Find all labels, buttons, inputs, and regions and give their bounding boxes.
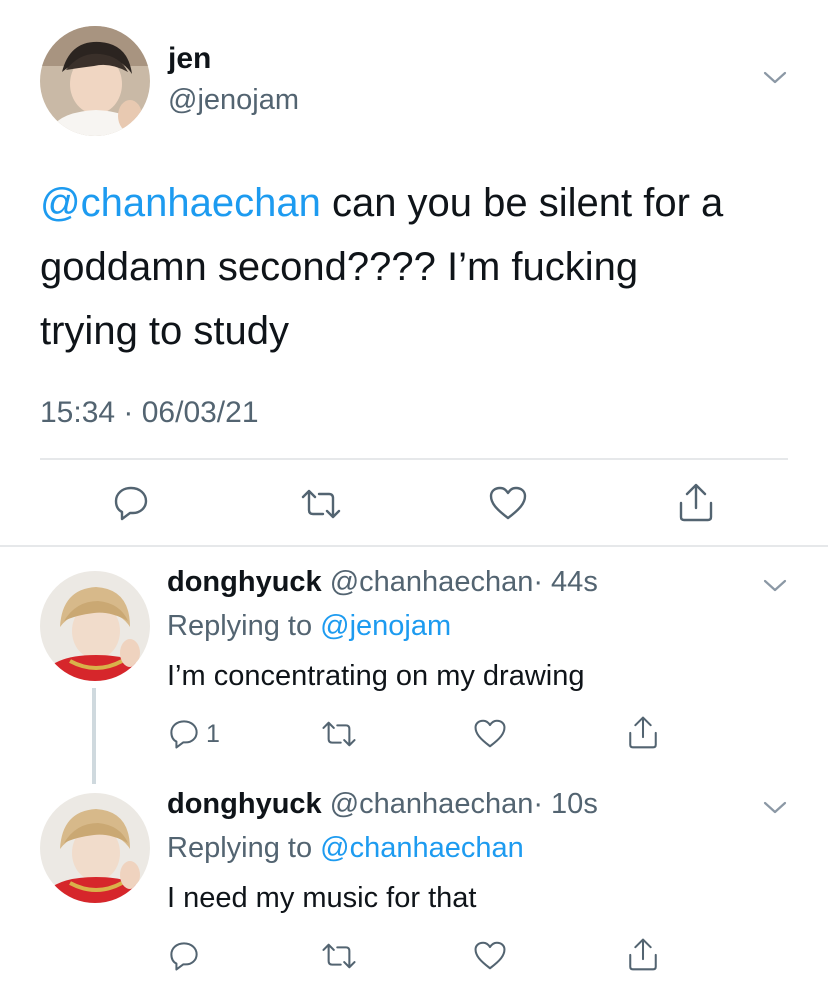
divider [40,458,788,460]
tweet-timestamp[interactable]: 15:34 · 06/03/21 [40,396,259,430]
heart-icon[interactable] [473,940,507,971]
retweet-icon[interactable] [320,720,358,748]
retweet-icon[interactable] [320,942,358,970]
thread-line [92,688,96,784]
chevron-down-icon[interactable] [762,68,788,88]
share-icon[interactable] [676,481,716,523]
reply-text: I’m concentrating on my drawing [167,660,585,692]
reply-count: 1 [206,720,220,748]
section-divider [0,545,828,547]
reply-header: donghyuck @chanhaechan· 10s [167,788,598,821]
author-handle[interactable]: @jenojam [168,84,299,117]
replying-to-link[interactable]: @chanhaechan [320,832,524,864]
avatar[interactable] [40,793,150,903]
mention-link[interactable]: @chanhaechan [40,181,321,225]
avatar[interactable] [40,571,150,681]
reply-icon[interactable] [168,940,200,972]
share-icon[interactable] [626,714,660,750]
avatar-photo [40,793,150,903]
tweet-text-line3: trying to study [40,309,290,353]
chevron-down-icon[interactable] [762,798,788,818]
reply-time[interactable]: · 44s [533,566,597,598]
avatar-photo [40,26,150,136]
chevron-down-icon[interactable] [762,576,788,596]
tweet-text-line1: @chanhaechan can you be silent for a [40,181,724,225]
author-name[interactable]: donghyuck [167,566,322,598]
tweet-text-line2: goddamn second???? I’m fucking [40,245,639,289]
reply-icon[interactable] [112,484,150,522]
reply-text: I need my music for that [167,882,477,914]
replying-to: Replying to @chanhaechan [167,832,524,864]
reply-header: donghyuck @chanhaechan· 44s [167,566,598,599]
retweet-icon[interactable] [299,488,343,520]
reply-icon[interactable] [168,718,200,750]
tweet-text: @chanhaechan can you be silent for a god… [40,171,800,363]
author-handle[interactable]: @chanhaechan [330,566,534,598]
reply-time[interactable]: · 10s [533,788,597,820]
author-name[interactable]: jen [168,42,211,76]
share-icon[interactable] [626,936,660,972]
author-handle[interactable]: @chanhaechan [330,788,534,820]
author-name[interactable]: donghyuck [167,788,322,820]
heart-icon[interactable] [488,485,528,521]
replying-to-link[interactable]: @jenojam [320,610,451,642]
avatar[interactable] [40,26,150,136]
heart-icon[interactable] [473,718,507,749]
avatar-photo [40,571,150,681]
replying-to: Replying to @jenojam [167,610,452,642]
